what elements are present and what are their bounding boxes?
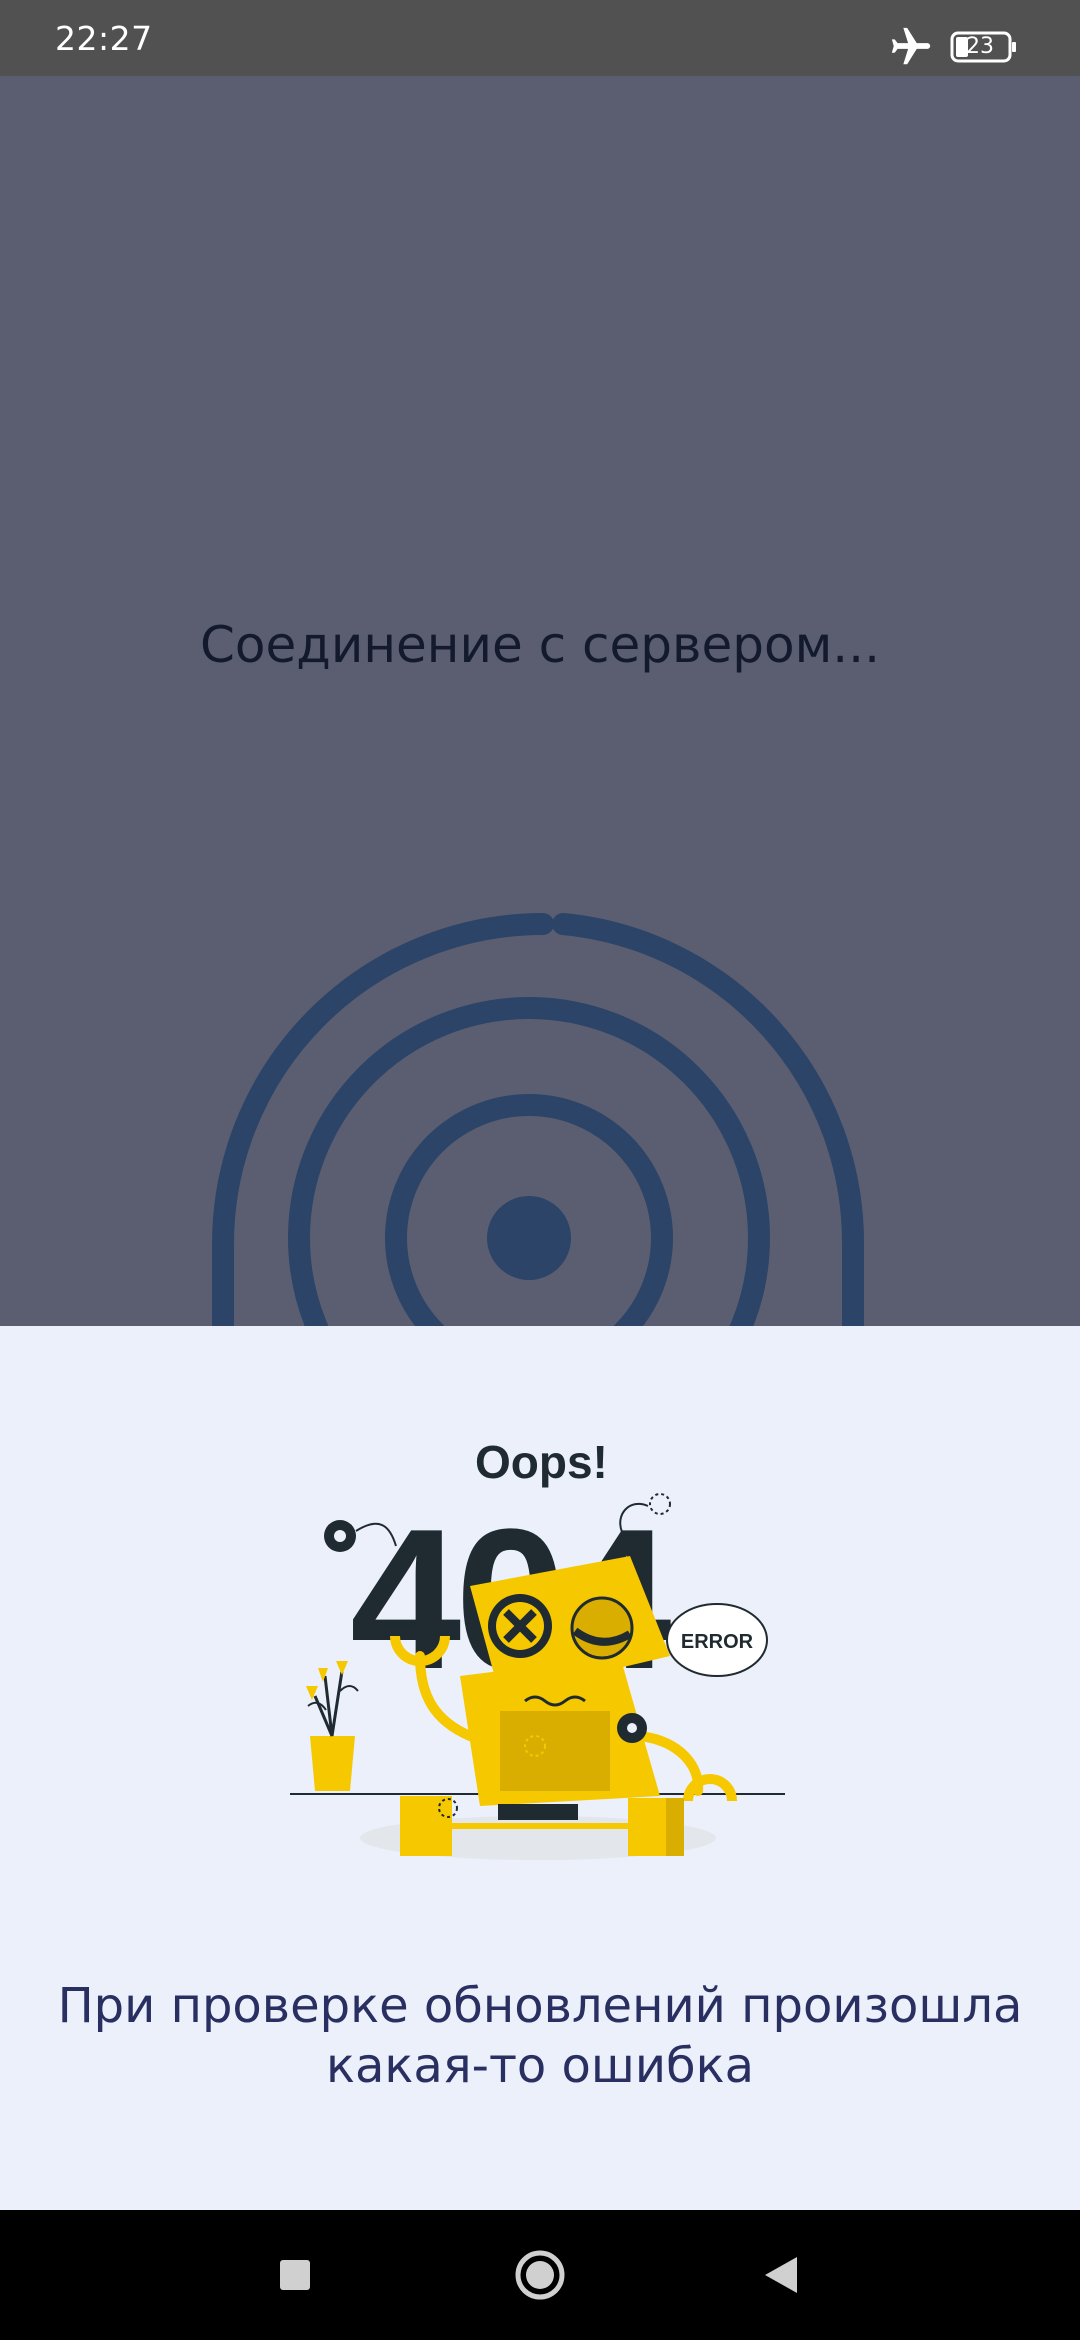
connecting-title: Соединение с сервером... xyxy=(200,616,880,674)
gear-icon xyxy=(324,1520,356,1552)
oops-text: Oops! xyxy=(475,1436,608,1488)
error-panel: Oops! 404 ERROR xyxy=(0,1326,1080,2210)
error-badge-text: ERROR xyxy=(681,1631,754,1653)
navigation-bar xyxy=(0,2210,1080,2340)
battery-level: 23 xyxy=(966,34,994,59)
status-bar: 22:27 23 xyxy=(0,0,1080,76)
radar-icon xyxy=(212,913,865,1326)
robot-404-illustration: Oops! 404 ERROR xyxy=(290,1436,785,1860)
connecting-overlay: Соединение с сервером... xyxy=(0,76,1080,1326)
airplane-icon xyxy=(891,27,931,65)
error-message: При проверке обновлений произошла какая-… xyxy=(57,1978,1023,2094)
status-time: 22:27 xyxy=(55,19,153,58)
triangle-back-icon[interactable] xyxy=(745,2240,815,2310)
circle-icon[interactable] xyxy=(505,2240,575,2310)
square-icon[interactable] xyxy=(260,2240,330,2310)
